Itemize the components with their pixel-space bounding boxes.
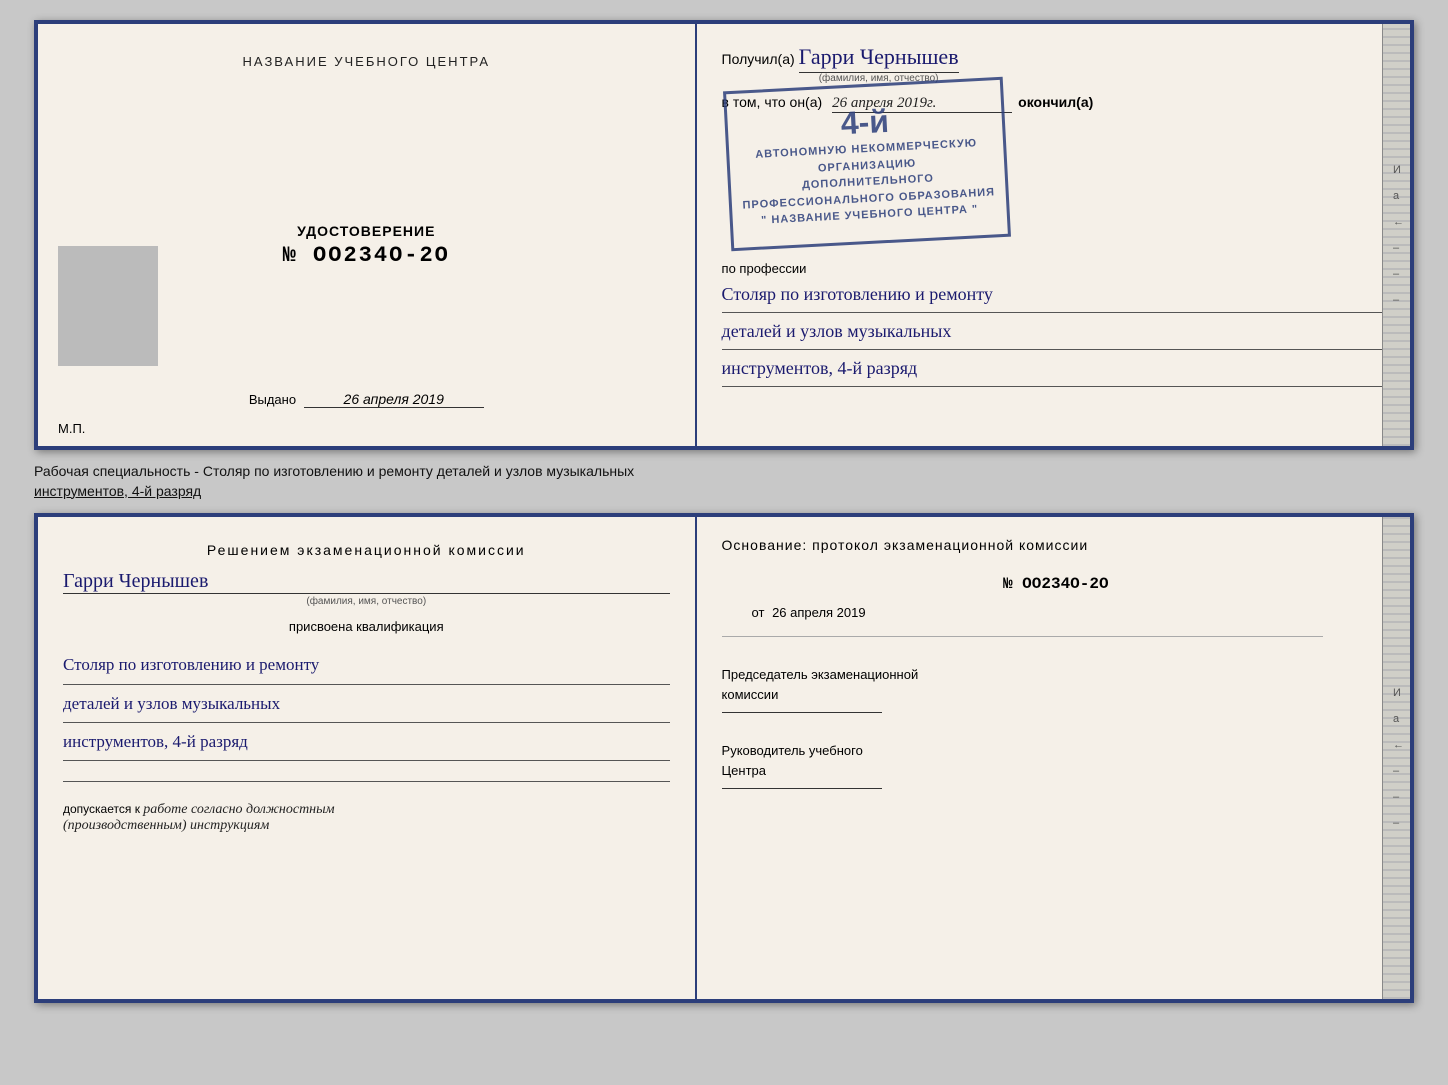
issued-prefix: Выдано <box>249 392 296 407</box>
допуск-text2: (производственным) инструкциям <box>63 818 269 833</box>
bside-label-2: а <box>1393 713 1404 725</box>
bside-label-1: И <box>1393 687 1404 699</box>
side-label-5: – <box>1393 268 1404 280</box>
bottom-prof-line1: Столяр по изготовлению и ремонту <box>63 646 670 684</box>
predsedatel-block: Председатель экзаменационной комиссии <box>722 665 1390 713</box>
bottom-number: № OO234O-2O <box>722 575 1390 593</box>
predsedatel-sig-line <box>722 712 882 713</box>
caption-text2: инструментов, 4-й разряд <box>34 483 201 499</box>
rukovod-sig-line <box>722 788 882 789</box>
diploma-top-left: НАЗВАНИЕ УЧЕБНОГО ЦЕНТРА УДОСТОВЕРЕНИЕ №… <box>38 24 697 446</box>
dotted-separator <box>63 781 670 790</box>
poluchil-label: Получил(а) <box>722 51 795 67</box>
center-title: НАЗВАНИЕ УЧЕБНОГО ЦЕНТРА <box>243 54 490 69</box>
side-label-2: а <box>1393 190 1404 202</box>
side-label-6: – <box>1393 294 1404 306</box>
ot-prefix: от <box>752 605 765 620</box>
po-professii-label: по профессии <box>722 261 1390 276</box>
predsedatel-label2: комиссии <box>722 687 779 702</box>
cert-block: УДОСТОВЕРЕНИЕ № OO234O-2O <box>283 223 450 268</box>
ot-line: от 26 апреля 2019 <box>752 605 1390 620</box>
bottom-name-field: Гарри Чернышев (фамилия, имя, отчество) <box>63 570 670 607</box>
bottom-prof-line2: деталей и узлов музыкальных <box>63 685 670 723</box>
допуск-block: допускается к работе согласно должностны… <box>63 802 670 834</box>
cert-label: УДОСТОВЕРЕНИЕ <box>283 223 450 239</box>
mp-label: М.П. <box>58 421 85 436</box>
bside-label-3: ← <box>1393 739 1404 751</box>
prof-line3: инструментов, 4-й разряд <box>722 350 1390 387</box>
side-label-1: И <box>1393 164 1404 176</box>
rukovod-block: Руководитель учебного Центра <box>722 741 1390 789</box>
photo-placeholder <box>58 246 158 366</box>
profession-text: Столяр по изготовлению и ремонту деталей… <box>722 276 1390 387</box>
diploma-bottom: Решением экзаменационной комиссии Гарри … <box>34 513 1414 1003</box>
predsedatel-label1: Председатель экзаменационной <box>722 667 919 682</box>
diploma-bottom-right: Основание: протокол экзаменационной коми… <box>697 517 1410 999</box>
prof-line1: Столяр по изготовлению и ремонту <box>722 276 1390 313</box>
bside-label-4: – <box>1393 765 1404 777</box>
допуск-prefix: допускается к <box>63 802 140 816</box>
osnov-label: Основание: протокол экзаменационной коми… <box>722 537 1390 553</box>
bottom-section-title: Решением экзаменационной комиссии <box>63 542 670 558</box>
issued-line: Выдано 26 апреля 2019 <box>249 391 484 408</box>
prof-line2: деталей и узлов музыкальных <box>722 313 1390 350</box>
bside-label-6: – <box>1393 817 1404 829</box>
diploma-bottom-left: Решением экзаменационной комиссии Гарри … <box>38 517 697 999</box>
poluchil-line: Получил(а) Гарри Чернышев (фамилия, имя,… <box>722 44 1390 84</box>
side-labels: И а ← – – – <box>1393 164 1404 306</box>
rukovod-label2: Центра <box>722 763 766 778</box>
caption-text1: Рабочая специальность - Столяр по изгото… <box>34 463 634 479</box>
bottom-side-decoration: И а ← – – – <box>1382 517 1410 999</box>
caption: Рабочая специальность - Столяр по изгото… <box>34 462 1414 501</box>
bottom-side-labels: И а ← – – – <box>1393 687 1404 829</box>
stamp-number: 4-й <box>839 103 889 142</box>
stamp: 4-й АВТОНОМНУЮ НЕКОММЕРЧЕСКУЮ ОРГАНИЗАЦИ… <box>723 77 1011 251</box>
right-dashes <box>722 636 1390 637</box>
recipient-name: Гарри Чернышев <box>799 44 959 73</box>
rukovod-label1: Руководитель учебного <box>722 743 863 758</box>
bside-label-5: – <box>1393 791 1404 803</box>
diploma-top-right: Получил(а) Гарри Чернышев (фамилия, имя,… <box>697 24 1410 446</box>
bottom-name-sublabel: (фамилия, имя, отчество) <box>306 596 426 607</box>
ot-date: 26 апреля 2019 <box>772 605 866 620</box>
side-decoration: И а ← – – – <box>1382 24 1410 446</box>
bottom-recipient-name: Гарри Чернышев <box>63 570 670 594</box>
po-professii-block: по профессии Столяр по изготовлению и ре… <box>722 253 1390 387</box>
допуск-text1: работе согласно должностным <box>143 802 334 817</box>
bottom-prof-line3: инструментов, 4-й разряд <box>63 723 670 761</box>
diploma-top: НАЗВАНИЕ УЧЕБНОГО ЦЕНТРА УДОСТОВЕРЕНИЕ №… <box>34 20 1414 450</box>
side-label-4: – <box>1393 242 1404 254</box>
side-label-3: ← <box>1393 216 1404 228</box>
bottom-profession: Столяр по изготовлению и ремонту деталей… <box>63 646 670 761</box>
assigned-label: присвоена квалификация <box>63 619 670 634</box>
issued-date: 26 апреля 2019 <box>304 391 484 408</box>
okoncil-label: окончил(а) <box>1018 94 1093 110</box>
cert-number: № OO234O-2O <box>283 243 450 268</box>
